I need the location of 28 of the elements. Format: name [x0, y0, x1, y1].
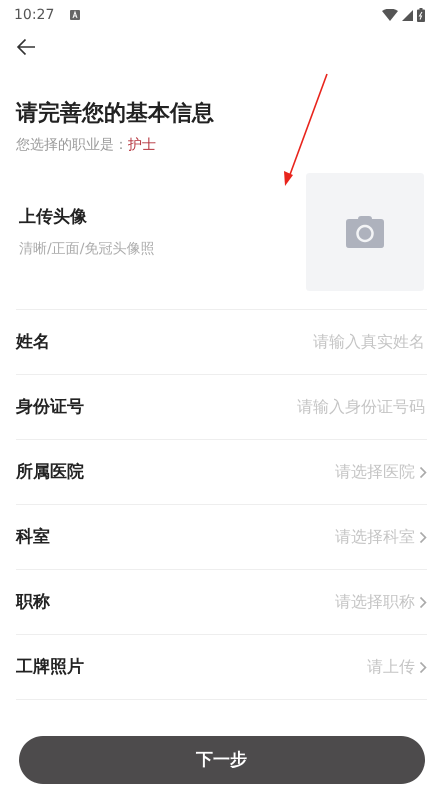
- field-label: 科室: [16, 526, 50, 549]
- input-field[interactable]: 请输入真实姓名: [227, 329, 427, 356]
- chevron-icon: [419, 466, 427, 479]
- profession-label: 您选择的职业是：: [16, 136, 128, 156]
- field-label: 所属医院: [16, 460, 84, 484]
- chevron-icon: [419, 596, 427, 609]
- status-time: 10:27: [14, 6, 54, 24]
- chevron-icon: [419, 530, 427, 544]
- camera-icon: [345, 216, 385, 248]
- wifi-icon: [382, 9, 398, 21]
- select-field[interactable]: 请选择职称: [335, 590, 427, 614]
- input-field[interactable]: 请输入身份证号码: [227, 394, 427, 420]
- field-label: 职称: [16, 590, 50, 614]
- field-label: 工牌照片: [16, 656, 84, 679]
- battery-icon: [417, 8, 425, 22]
- select-field[interactable]: 请选择医院: [335, 460, 427, 484]
- signal-icon: [402, 10, 413, 20]
- profession-value: 护士: [128, 136, 156, 156]
- select-field[interactable]: 请上传: [367, 655, 427, 680]
- next-button[interactable]: 下一步: [18, 736, 424, 784]
- select-field[interactable]: 请选择科室: [335, 525, 427, 550]
- field-label: 身份证号: [16, 396, 84, 419]
- avatar-label: 上传头像: [19, 206, 88, 230]
- back-icon[interactable]: [16, 38, 36, 56]
- chevron-icon: [419, 660, 427, 674]
- avatar-hint: 清晰/正面/免冠头像照: [19, 240, 154, 259]
- field-label: 姓名: [16, 330, 50, 354]
- page-title: 请完善您的基本信息: [16, 101, 215, 128]
